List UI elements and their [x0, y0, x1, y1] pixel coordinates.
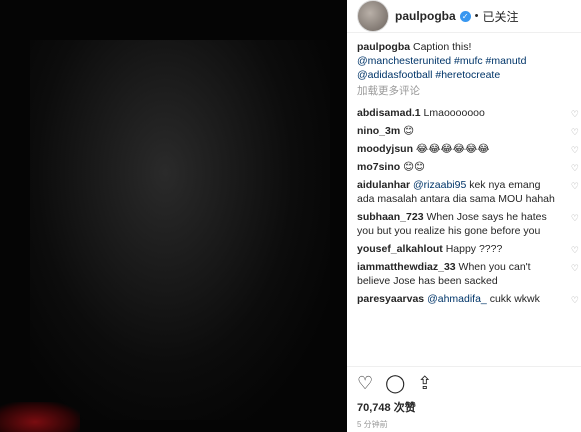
post-photo — [0, 0, 347, 432]
verified-badge-icon: ✓ — [459, 10, 471, 22]
caption-tags-1[interactable]: @manchesterunited #mufc #manutd — [357, 55, 526, 67]
separator-dot: • — [474, 10, 479, 22]
comment-user[interactable]: abdisamad.1 — [357, 107, 421, 119]
caption-user[interactable]: paulpogba — [357, 41, 410, 53]
post-time: 5 分钟前 — [357, 420, 388, 429]
comment-user[interactable]: nino_3m — [357, 125, 400, 137]
comment-like-icon[interactable]: ♡ — [571, 179, 579, 193]
comment-text: 😊😊 — [400, 161, 425, 173]
comment-item: subhaan_723 When Jose says he hates you … — [357, 210, 579, 238]
comment-item: aidulanhar @rizaabi95 kek nya emang ada … — [357, 178, 579, 206]
comment-like-icon[interactable]: ♡ — [571, 107, 579, 121]
share-icon[interactable]: ⇪ — [417, 373, 432, 394]
comment-user[interactable]: paresyaarvas — [357, 293, 424, 305]
comment-item: paresyaarvas @ahmadifa_ cukk wkwk ♡ — [357, 292, 579, 306]
comment-like-icon[interactable]: ♡ — [571, 143, 579, 157]
comment-like-icon[interactable]: ♡ — [571, 261, 579, 275]
comment-like-icon[interactable]: ♡ — [571, 125, 579, 139]
post-username[interactable]: paulpogba — [395, 9, 456, 23]
comment-like-icon[interactable]: ♡ — [571, 161, 579, 175]
comment-user[interactable]: iammatthewdiaz_33 — [357, 261, 456, 273]
caption-tags-2[interactable]: @adidasfootball #heretocreate — [357, 69, 500, 81]
post-side-panel: paulpogba ✓ • 已关注 paulpogba Caption this… — [347, 0, 581, 432]
comment-item: yousef_alkahlout Happy ???? ♡ — [357, 242, 579, 256]
comment-mention[interactable]: @rizaabi95 — [410, 179, 466, 191]
load-more-comments[interactable]: 加载更多评论 — [357, 84, 571, 98]
comment-item: moodyjsun 😂😂😂😂😂😂 ♡ — [357, 142, 579, 156]
comment-text: cukk wkwk — [486, 293, 540, 305]
comments-list: paulpogba Caption this! @manchesterunite… — [347, 33, 581, 306]
comment-user[interactable]: yousef_alkahlout — [357, 243, 443, 255]
comment-text: Happy ???? — [442, 243, 503, 255]
comment-user[interactable]: moodyjsun — [357, 143, 413, 155]
comment-like-icon[interactable]: ♡ — [571, 293, 579, 307]
post-header: paulpogba ✓ • 已关注 — [347, 0, 581, 33]
comment-item: nino_3m 😊 ♡ — [357, 124, 579, 138]
comment-like-icon[interactable]: ♡ — [571, 211, 579, 225]
comment-text: 😊 — [400, 125, 415, 137]
follow-status[interactable]: 已关注 — [483, 8, 519, 25]
comment-text: 😂😂😂😂😂😂 — [413, 143, 490, 155]
photo-red-light — [0, 402, 80, 432]
comment-mention[interactable]: @ahmadifa_ — [424, 293, 487, 305]
action-icons: ♡ ◯ ⇪ — [357, 373, 571, 394]
heart-icon[interactable]: ♡ — [357, 373, 373, 394]
caption-text: Caption this! — [410, 41, 472, 53]
comment-user[interactable]: mo7sino — [357, 161, 400, 173]
avatar[interactable] — [357, 0, 389, 32]
comment-user[interactable]: aidulanhar — [357, 179, 410, 191]
comment-user[interactable]: subhaan_723 — [357, 211, 424, 223]
comment-text: Lmaooooooo — [420, 107, 485, 119]
comment-like-icon[interactable]: ♡ — [571, 243, 579, 257]
comment-item: abdisamad.1 Lmaooooooo ♡ — [357, 106, 579, 120]
caption: paulpogba Caption this! @manchesterunite… — [357, 40, 571, 82]
comment-item: mo7sino 😊😊 ♡ — [357, 160, 579, 174]
comment-icon[interactable]: ◯ — [385, 373, 405, 394]
post-actions: ♡ ◯ ⇪ 70,748 次赞 5 分钟前 — [347, 366, 581, 432]
likes-count[interactable]: 70,748 次赞 — [357, 399, 571, 415]
comment-item: iammatthewdiaz_33 When you can't believe… — [357, 260, 579, 288]
photo-subject — [30, 40, 330, 420]
